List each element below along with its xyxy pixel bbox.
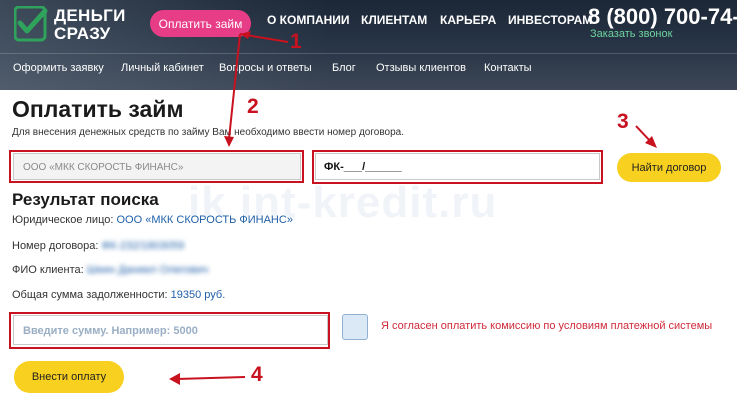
arrowhead-2-icon xyxy=(224,136,234,147)
annotation-arrows xyxy=(169,31,657,385)
arrowhead-1-icon xyxy=(240,31,251,39)
arrow-to-submit-button xyxy=(176,376,246,380)
arrow-to-company-field xyxy=(228,33,241,140)
arrowhead-4-icon xyxy=(169,373,180,385)
